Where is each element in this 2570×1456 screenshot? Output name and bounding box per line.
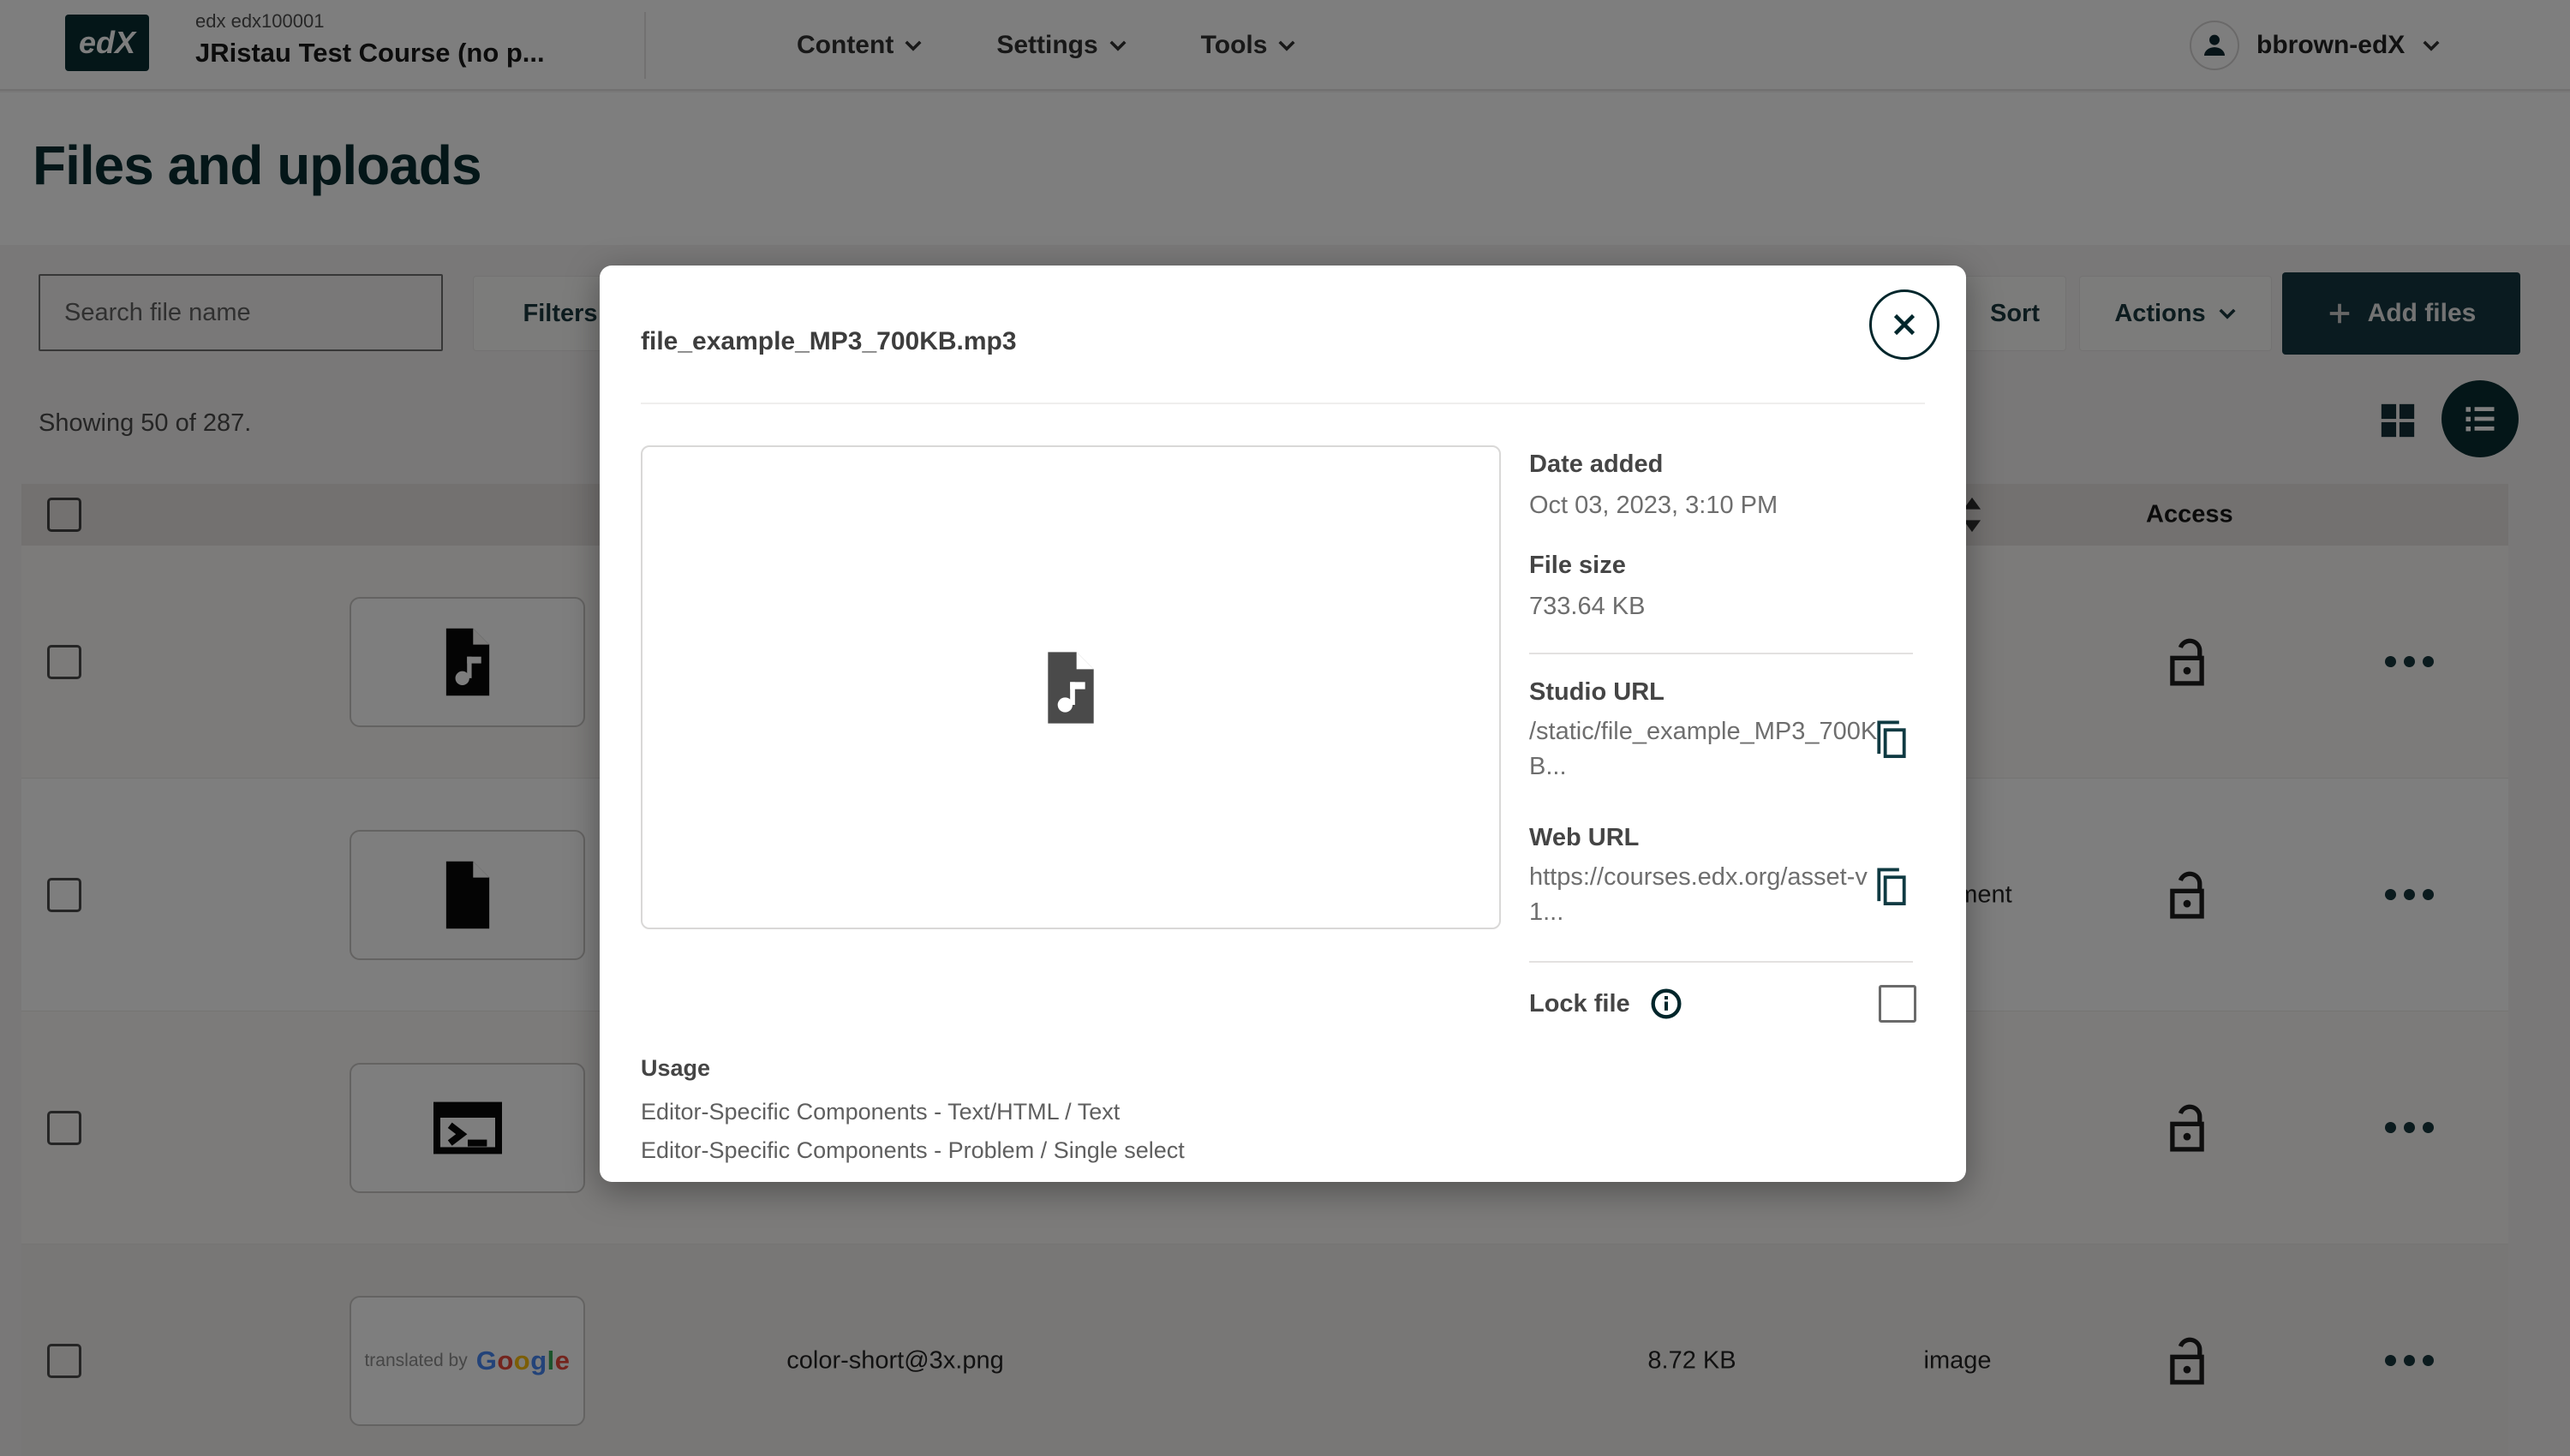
usage-section: Usage Editor-Specific Components - Text/… <box>641 1055 1185 1164</box>
web-url-value: https://courses.edx.org/asset-v1... <box>1529 860 1898 930</box>
modal-title: file_example_MP3_700KB.mp3 <box>641 327 1017 356</box>
web-url-label: Web URL <box>1529 824 1639 852</box>
file-size-value: 733.64 KB <box>1529 589 1898 624</box>
panel-divider <box>1529 961 1913 963</box>
usage-item: Editor-Specific Components - Text/HTML /… <box>641 1099 1185 1125</box>
file-preview <box>641 445 1501 929</box>
copy-icon <box>1872 719 1911 761</box>
info-icon[interactable] <box>1649 987 1683 1021</box>
copy-studio-url-button[interactable] <box>1870 718 1913 764</box>
usage-label: Usage <box>641 1055 1185 1082</box>
lock-file-label: Lock file <box>1529 990 1630 1018</box>
music-file-icon <box>1041 650 1101 725</box>
file-info-modal: file_example_MP3_700KB.mp3 Date added Oc… <box>600 266 1966 1182</box>
file-details-panel: Date added Oct 03, 2023, 3:10 PM File si… <box>1529 266 1939 1182</box>
studio-url-label: Studio URL <box>1529 678 1665 707</box>
usage-item: Editor-Specific Components - Problem / S… <box>641 1137 1185 1164</box>
copy-web-url-button[interactable] <box>1870 865 1913 911</box>
date-added-value: Oct 03, 2023, 3:10 PM <box>1529 488 1898 523</box>
studio-url-value: /static/file_example_MP3_700KB... <box>1529 714 1898 785</box>
panel-divider <box>1529 653 1913 654</box>
copy-icon <box>1872 866 1911 909</box>
date-added-label: Date added <box>1529 451 1663 479</box>
lock-file-checkbox[interactable] <box>1879 985 1916 1023</box>
file-size-label: File size <box>1529 552 1626 580</box>
